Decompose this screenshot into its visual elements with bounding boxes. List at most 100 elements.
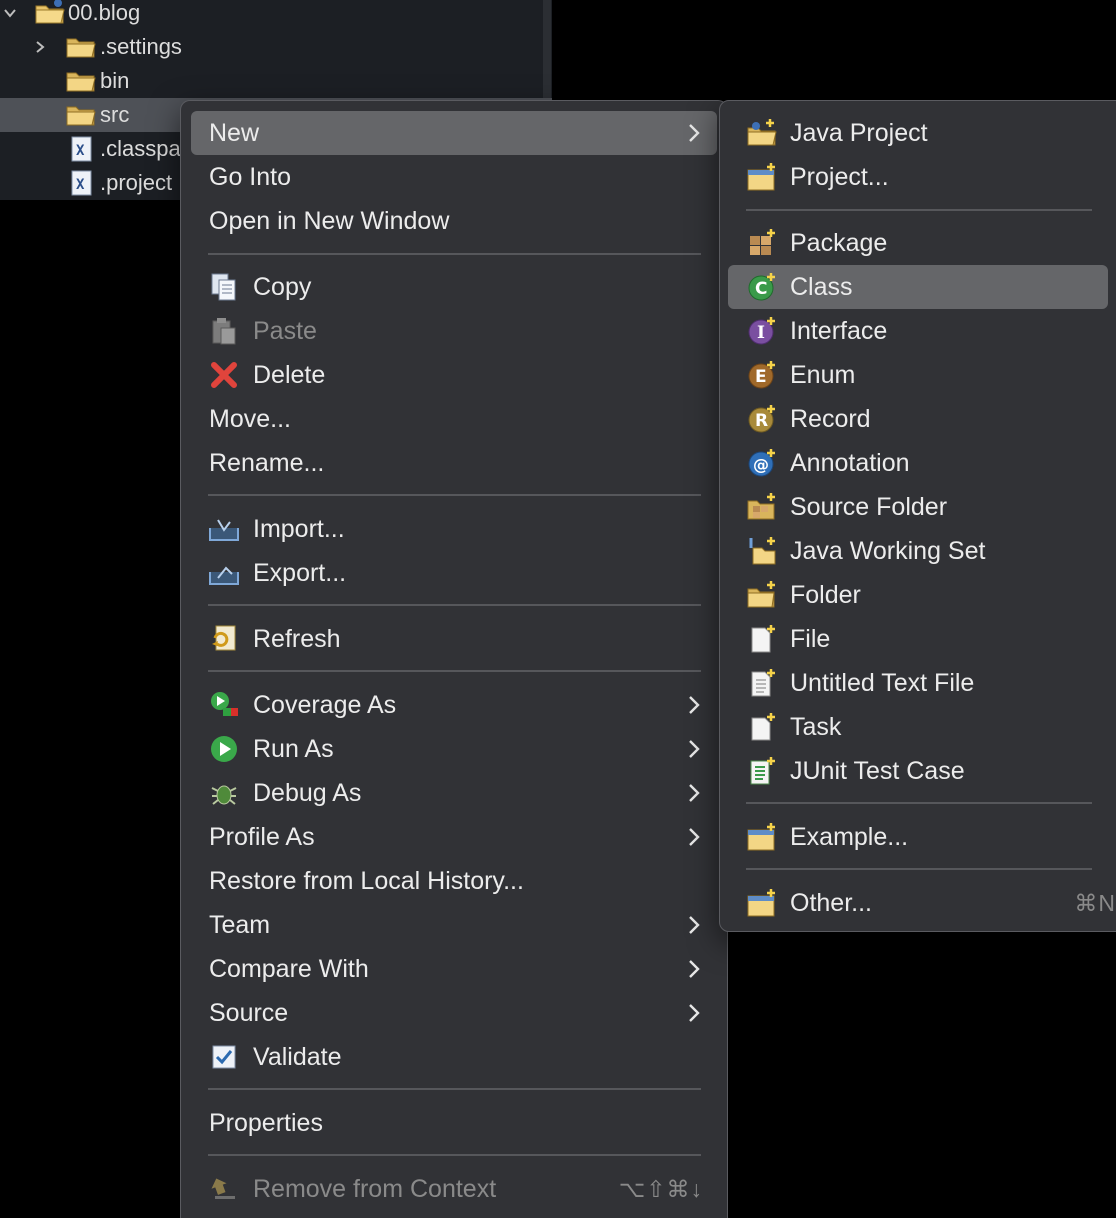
submenu-item-other[interactable]: Other... ⌘N bbox=[728, 881, 1115, 925]
menu-item-profile-as[interactable]: Profile As bbox=[191, 815, 717, 859]
project-icon bbox=[746, 161, 778, 193]
menu-item-move[interactable]: Move... bbox=[191, 397, 717, 441]
submenu-item-interface[interactable]: I Interface bbox=[728, 309, 1108, 353]
java-project-folder-icon bbox=[34, 0, 65, 24]
submenu-item-enum[interactable]: E Enum bbox=[728, 353, 1108, 397]
chevron-right-icon bbox=[689, 124, 700, 142]
chevron-right-icon bbox=[689, 828, 700, 846]
task-icon bbox=[746, 711, 778, 743]
menu-separator bbox=[208, 494, 701, 496]
submenu-item-java-working-set[interactable]: Java Working Set bbox=[728, 529, 1108, 573]
menu-item-restore-local-history[interactable]: Restore from Local History... bbox=[191, 859, 717, 903]
menu-item-coverage-as[interactable]: Coverage As bbox=[191, 683, 717, 727]
menu-item-validate[interactable]: Validate bbox=[191, 1035, 717, 1079]
menu-item-label: Record bbox=[790, 404, 871, 433]
submenu-item-untitled-text-file[interactable]: Untitled Text File bbox=[728, 661, 1108, 705]
menu-item-refresh[interactable]: Refresh bbox=[191, 617, 717, 661]
menu-item-label: Task bbox=[790, 712, 842, 741]
other-icon bbox=[746, 887, 778, 919]
menu-item-rename[interactable]: Rename... bbox=[191, 441, 717, 485]
menu-item-import[interactable]: Import... bbox=[191, 507, 717, 551]
menu-item-properties[interactable]: Properties bbox=[191, 1101, 717, 1145]
submenu-item-annotation[interactable]: @ Annotation bbox=[728, 441, 1108, 485]
menu-item-label: File bbox=[790, 624, 831, 653]
refresh-icon bbox=[208, 623, 240, 655]
keyboard-shortcut: ⌥⇧⌘↓ bbox=[618, 1175, 703, 1202]
menu-item-label: Class bbox=[790, 272, 853, 301]
new-submenu: Java Project Project... Package C Class … bbox=[719, 100, 1116, 932]
menu-item-remove-from-context[interactable]: Remove from Context ⌥⇧⌘↓ bbox=[191, 1167, 717, 1211]
submenu-item-folder[interactable]: Folder bbox=[728, 573, 1108, 617]
menu-item-label: Package bbox=[790, 228, 888, 257]
menu-item-label: Properties bbox=[209, 1108, 323, 1137]
menu-item-export[interactable]: Export... bbox=[191, 551, 717, 595]
text-file-icon bbox=[746, 667, 778, 699]
submenu-item-package[interactable]: Package bbox=[728, 221, 1108, 265]
menu-item-debug-as[interactable]: Debug As bbox=[191, 771, 717, 815]
submenu-item-record[interactable]: R Record bbox=[728, 397, 1108, 441]
menu-item-label: Refresh bbox=[253, 624, 341, 653]
svg-text:E: E bbox=[755, 367, 767, 387]
tree-item-settings[interactable]: .settings bbox=[0, 30, 552, 64]
menu-item-label: Open in New Window bbox=[209, 206, 450, 235]
xml-file-icon: X bbox=[70, 170, 100, 196]
svg-text:X: X bbox=[76, 177, 85, 193]
menu-item-paste[interactable]: Paste bbox=[191, 309, 717, 353]
submenu-item-java-project[interactable]: Java Project bbox=[728, 111, 1108, 155]
svg-text:X: X bbox=[76, 143, 85, 159]
menu-item-label: Java Working Set bbox=[790, 536, 986, 565]
menu-item-go-into[interactable]: Go Into bbox=[191, 155, 717, 199]
submenu-item-source-folder[interactable]: Source Folder bbox=[728, 485, 1108, 529]
tree-item-label: 00.blog bbox=[68, 0, 141, 25]
example-icon bbox=[746, 821, 778, 853]
class-icon: C bbox=[746, 271, 778, 303]
chevron-right-icon bbox=[689, 696, 700, 714]
menu-item-label: Project... bbox=[790, 162, 889, 191]
menu-item-label: Debug As bbox=[253, 778, 362, 807]
menu-item-label: Team bbox=[209, 910, 271, 939]
menu-item-label: Annotation bbox=[790, 448, 910, 477]
submenu-item-project[interactable]: Project... bbox=[728, 155, 1108, 199]
menu-item-label: Go Into bbox=[209, 162, 291, 191]
menu-item-label: Interface bbox=[790, 316, 888, 345]
submenu-item-junit-test-case[interactable]: JUnit Test Case bbox=[728, 749, 1108, 793]
tree-item-project[interactable]: 00.blog bbox=[0, 0, 552, 30]
menu-item-source[interactable]: Source bbox=[191, 991, 717, 1035]
menu-item-copy[interactable]: Copy bbox=[191, 265, 717, 309]
submenu-item-file[interactable]: File bbox=[728, 617, 1108, 661]
copy-icon bbox=[208, 271, 240, 303]
annotation-icon: @ bbox=[746, 447, 778, 479]
chevron-right-icon bbox=[689, 916, 700, 934]
chevron-down-icon[interactable] bbox=[0, 3, 20, 23]
menu-item-label: Restore from Local History... bbox=[209, 866, 524, 895]
menu-item-label: Other... bbox=[790, 888, 872, 917]
submenu-item-example[interactable]: Example... bbox=[728, 815, 1108, 859]
menu-separator bbox=[746, 802, 1092, 804]
menu-separator bbox=[746, 868, 1092, 870]
checkbox-checked-icon bbox=[208, 1041, 240, 1073]
menu-item-open-new-window[interactable]: Open in New Window bbox=[191, 199, 717, 243]
folder-icon bbox=[66, 68, 96, 94]
menu-item-delete[interactable]: Delete bbox=[191, 353, 717, 397]
submenu-item-task[interactable]: Task bbox=[728, 705, 1108, 749]
chevron-right-icon bbox=[689, 740, 700, 758]
source-folder-icon bbox=[746, 491, 778, 523]
chevron-right-icon[interactable] bbox=[30, 37, 50, 57]
context-menu: New Go Into Open in New Window Copy Past… bbox=[180, 100, 728, 1218]
menu-item-label: Remove from Context bbox=[253, 1174, 497, 1203]
keyboard-shortcut: ⌘N bbox=[1074, 889, 1116, 916]
tree-item-bin[interactable]: bin bbox=[0, 64, 552, 98]
menu-item-label: Java Project bbox=[790, 118, 928, 147]
java-project-icon bbox=[746, 117, 778, 149]
svg-text:@: @ bbox=[753, 455, 769, 474]
run-icon bbox=[208, 733, 240, 765]
submenu-item-class[interactable]: C Class bbox=[728, 265, 1108, 309]
menu-item-label: Untitled Text File bbox=[790, 668, 975, 697]
menu-separator bbox=[208, 253, 701, 255]
menu-item-label: JUnit Test Case bbox=[790, 756, 965, 785]
menu-item-new[interactable]: New bbox=[191, 111, 717, 155]
menu-item-run-as[interactable]: Run As bbox=[191, 727, 717, 771]
menu-item-team[interactable]: Team bbox=[191, 903, 717, 947]
menu-item-compare-with[interactable]: Compare With bbox=[191, 947, 717, 991]
svg-text:R: R bbox=[755, 411, 768, 431]
